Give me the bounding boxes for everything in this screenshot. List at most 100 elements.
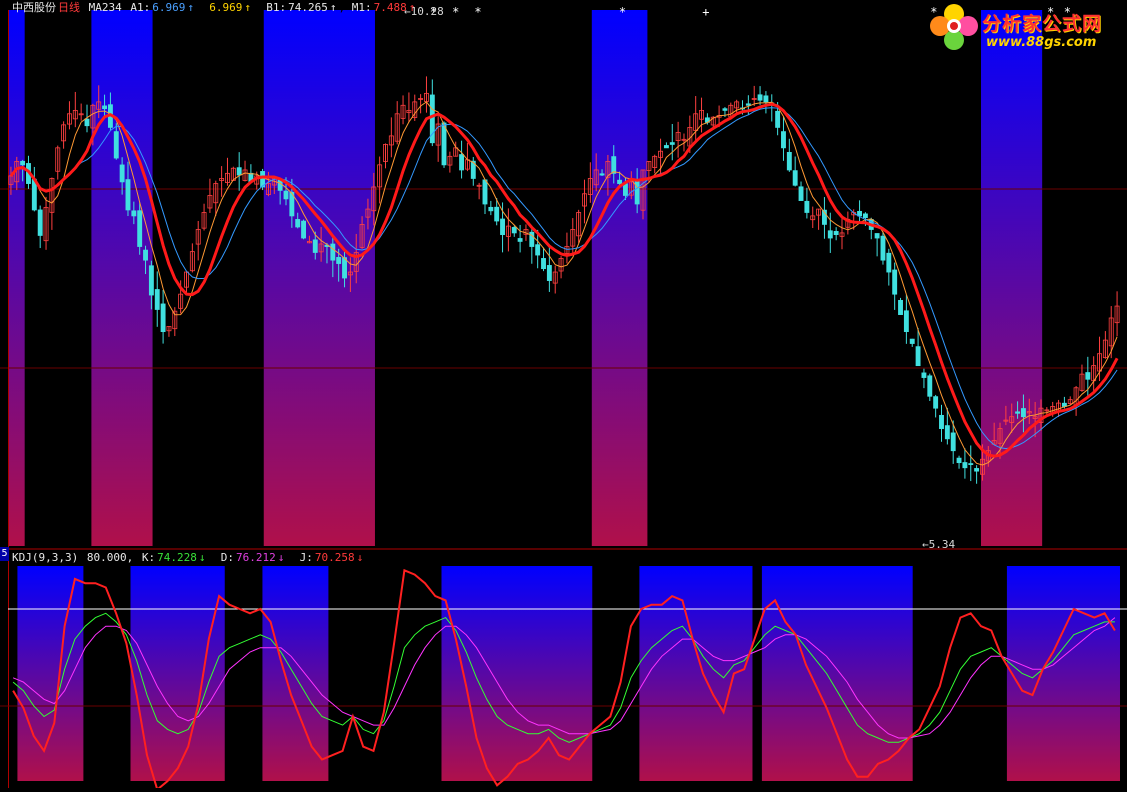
j-label: J: [299, 551, 313, 564]
candle-body [909, 338, 915, 344]
candle-body [886, 252, 892, 273]
candle-body [804, 200, 810, 213]
candle-body [148, 265, 154, 296]
candle-body [143, 249, 148, 261]
candle-body [617, 179, 623, 184]
candle-body [862, 213, 868, 218]
candle-body [798, 186, 804, 201]
candle-body [611, 156, 617, 174]
candle-body [722, 108, 728, 111]
signal-band-4 [981, 10, 1043, 546]
signal-band-3 [591, 10, 648, 546]
signal-band-2 [263, 10, 375, 546]
kdj-level: 80.000, [86, 551, 134, 564]
d-arrow-icon: ↓ [277, 551, 285, 564]
price-label-low: ←5.34 [922, 538, 955, 551]
k-arrow-icon: ↓ [198, 551, 206, 564]
candle-body [84, 118, 90, 127]
candle-body [880, 235, 886, 261]
candle-body [488, 206, 494, 212]
candle-body [459, 154, 465, 171]
star-marker-icon: * [452, 5, 459, 19]
d-label: D: [220, 551, 234, 564]
candle-body [944, 425, 950, 440]
b1-value: 74.265 [288, 1, 328, 14]
j-value: 70.258 [314, 551, 355, 564]
candle-body [974, 468, 980, 472]
kdj-band-6 [1006, 566, 1120, 781]
kdj-band-5 [761, 566, 913, 781]
a1-arrow-icon: ↑ [187, 1, 194, 14]
price-annotations: ←10.28←5.34 [404, 5, 955, 551]
candle-body [102, 105, 108, 110]
candle-body [792, 170, 798, 186]
kdj-header: KDJ(9,3,3) 80.000, K: 74.228 ↓, D: 76.212 ↓,… [12, 551, 364, 564]
indicator-name: MA234 [88, 1, 122, 14]
candle-body [546, 265, 552, 281]
candle-body [833, 231, 839, 236]
d-value: 76.212 [235, 551, 276, 564]
site-watermark: 分析家公式网 www.88gs.com [928, 2, 1124, 52]
candle-body [962, 462, 968, 469]
signal-band-0 [8, 10, 25, 546]
moving-averages [9, 101, 1119, 466]
candle-body [541, 258, 546, 270]
watermark-url: www.88gs.com [986, 35, 1097, 50]
m1-arrow-icon: ↑ [408, 1, 416, 14]
star-marker-icon: * [619, 5, 626, 19]
candle-body [1085, 372, 1091, 380]
candle-body [903, 310, 909, 332]
candle-body [342, 257, 347, 279]
candle-body [921, 372, 927, 378]
candle-body [634, 180, 640, 205]
candle-body [786, 152, 792, 171]
candle-body [20, 160, 26, 166]
main-chart-header: 中西股份 日线 MA234 A1: 6.969 ↑, 6.969 ↑, B1: 74.26… [12, 1, 416, 14]
candle-body [517, 238, 523, 242]
candle-body [283, 190, 289, 200]
m1-value: 7.488 [373, 1, 407, 14]
candle-body [137, 210, 143, 247]
k-label: K: [141, 551, 156, 564]
candle-body [915, 346, 921, 367]
candle-body [511, 227, 517, 234]
candle-body [119, 164, 125, 183]
stock-chart[interactable]: ****+****** ←10.28←5.34 中西股份日线 MA234 A1:… [0, 0, 1127, 792]
kdj-name: KDJ(9,3,3) [12, 551, 79, 564]
candle-body [336, 257, 342, 264]
candle-body [482, 179, 488, 205]
k-value: 74.228 [157, 551, 197, 564]
candle-body [874, 233, 880, 239]
candle-body [330, 243, 336, 261]
candle-body [131, 210, 137, 217]
a1-value: 6.969 [152, 1, 186, 14]
ma-thick-line [9, 102, 1119, 458]
candle-body [927, 375, 933, 397]
pane-number-badge[interactable]: 5 [0, 547, 9, 561]
candle-body [1015, 411, 1021, 414]
candle-body [37, 209, 43, 236]
a1-label: A1: [130, 1, 151, 14]
candle-body [745, 103, 751, 106]
candle-body [892, 269, 898, 295]
candle-body [968, 463, 974, 465]
candle-body [125, 179, 131, 211]
ma-slow-line [10, 107, 1118, 450]
candle-body [933, 396, 939, 409]
a2-value: 6.969 [209, 1, 243, 14]
candle-body [312, 239, 318, 253]
signal-band-1 [91, 10, 153, 546]
kdj-band-0 [17, 566, 84, 781]
candle-body [956, 457, 962, 464]
period-label[interactable]: 日线 [58, 1, 80, 14]
stock-name: 中西股份 [12, 1, 56, 14]
candle-body [827, 230, 833, 239]
candle-body [599, 173, 605, 176]
candle-body [494, 206, 500, 222]
b1-label: B1: [266, 1, 287, 14]
candle-body [113, 131, 119, 159]
star-marker-icon: + [702, 5, 709, 19]
candle-body [775, 110, 781, 128]
chart-canvas[interactable]: ****+****** ←10.28←5.34 [0, 0, 1127, 792]
candle-body [1020, 408, 1026, 418]
